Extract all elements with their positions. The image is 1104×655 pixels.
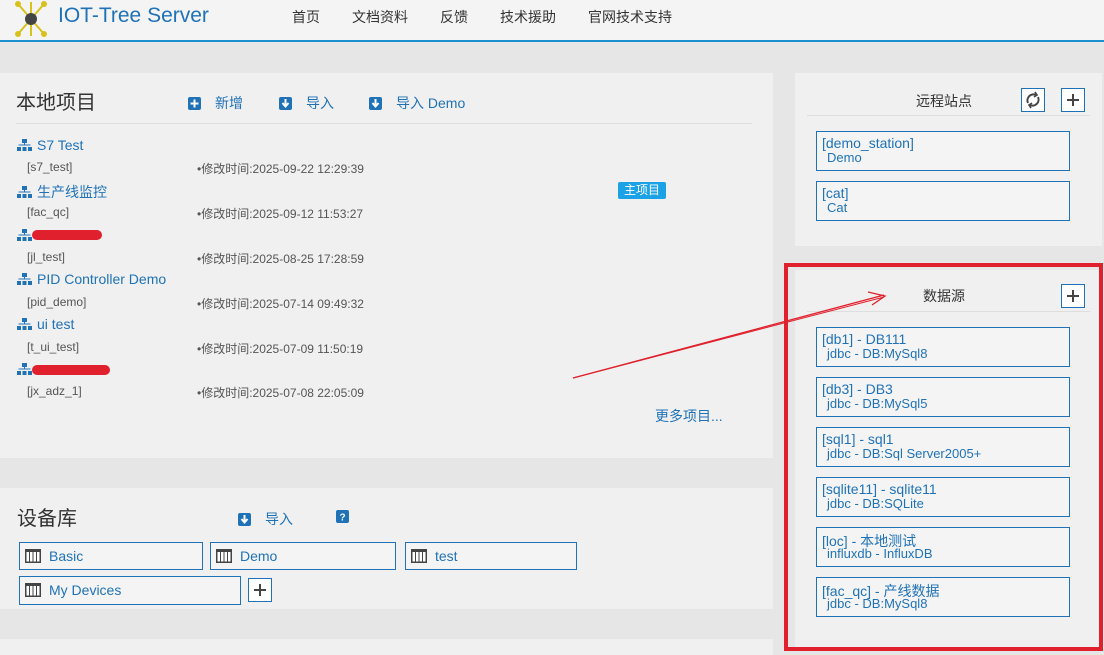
import-demo-button[interactable]: 导入 Demo	[369, 93, 465, 113]
sitemap-icon	[17, 318, 32, 330]
import-icon	[279, 97, 292, 110]
station-name: Cat	[827, 200, 848, 215]
divider	[16, 123, 752, 124]
project-id: [jl_test]	[27, 250, 66, 264]
help-icon[interactable]: ?	[336, 510, 349, 523]
project-link-fac-qc[interactable]: 生产线监控	[17, 182, 107, 202]
sitemap-icon	[17, 229, 32, 241]
main-project-badge: 主项目	[618, 182, 666, 199]
sitemap-icon	[17, 186, 32, 198]
project-modified-time: •修改时间:2025-08-25 17:28:59	[197, 252, 364, 266]
project-modified-time: •修改时间:2025-07-09 11:50:19	[197, 342, 364, 356]
add-project-button[interactable]: 新增	[188, 93, 243, 113]
project-name: 生产线监控	[37, 184, 107, 200]
remote-stations-title: 远程站点	[916, 93, 972, 109]
sitemap-icon	[17, 363, 32, 375]
import-device-label: 导入	[265, 511, 293, 527]
project-id: [fac_qc]	[27, 205, 70, 219]
more-projects-link[interactable]: 更多项目...	[655, 406, 723, 426]
station-name: Demo	[827, 150, 862, 165]
device-lib-label: My Devices	[49, 582, 122, 598]
device-lib-basic[interactable]: Basic	[19, 542, 203, 570]
annotation-highlight-box	[784, 263, 1103, 651]
remote-station-item[interactable]: [demo_station] Demo	[816, 131, 1070, 171]
table-icon	[25, 549, 41, 563]
divider	[807, 115, 1090, 116]
device-lib-label: Basic	[49, 548, 84, 564]
local-projects-title: 本地项目	[16, 92, 96, 114]
project-modified-time: •修改时间:2025-09-12 11:53:27	[197, 207, 364, 221]
station-id: [cat]	[822, 185, 849, 201]
device-lib-my-devices[interactable]: My Devices	[19, 576, 241, 605]
project-link-s7-test[interactable]: S7 Test	[17, 137, 83, 153]
redaction-mark	[32, 230, 102, 240]
project-modified-time: •修改时间:2025-07-14 09:49:32	[197, 297, 364, 311]
nav-docs[interactable]: 文档资料	[352, 7, 408, 27]
iot-tree-logo-icon[interactable]	[14, 0, 48, 38]
table-icon	[216, 549, 232, 563]
project-link-pid-demo[interactable]: PID Controller Demo	[17, 271, 166, 287]
project-modified-time: •修改时间:2025-07-08 22:05:09	[197, 386, 364, 400]
device-lib-label: Demo	[240, 548, 278, 564]
redaction-mark	[32, 365, 110, 375]
sitemap-icon	[17, 139, 32, 151]
project-name: PID Controller Demo	[37, 271, 167, 287]
app-title: IOT-Tree Server	[58, 4, 209, 27]
add-project-label: 新增	[215, 95, 243, 111]
project-modified-time: •修改时间:2025-09-22 12:29:39	[197, 162, 364, 176]
top-header: IOT-Tree Server 首页 文档资料 反馈 技术援助 官网技术支持	[0, 0, 1104, 42]
station-id: [demo_station]	[822, 135, 914, 151]
remote-station-item[interactable]: [cat] Cat	[816, 181, 1070, 221]
project-name: S7 Test	[37, 137, 84, 153]
sync-stations-button[interactable]	[1021, 88, 1045, 112]
project-id: [t_ui_test]	[27, 340, 80, 354]
import-device-button[interactable]: 导入	[238, 509, 293, 529]
table-icon	[25, 583, 41, 597]
device-lib-test[interactable]: test	[405, 542, 577, 570]
project-id: [pid_demo]	[27, 295, 87, 309]
device-library-title: 设备库	[17, 508, 77, 530]
project-id: [s7_test]	[27, 160, 73, 174]
project-id: [jx_adz_1]	[27, 384, 82, 398]
bottom-panel	[0, 639, 773, 655]
local-projects-panel	[0, 73, 773, 458]
add-device-lib-button[interactable]	[248, 578, 272, 602]
import-icon	[369, 97, 382, 110]
import-project-button[interactable]: 导入	[279, 93, 334, 113]
import-demo-label: 导入 Demo	[396, 95, 466, 111]
nav-home[interactable]: 首页	[292, 7, 320, 27]
add-remote-station-button[interactable]	[1061, 88, 1085, 112]
plus-square-icon	[188, 97, 201, 110]
table-icon	[411, 549, 427, 563]
sitemap-icon	[17, 273, 32, 285]
device-lib-demo[interactable]: Demo	[210, 542, 396, 570]
import-project-label: 导入	[306, 95, 334, 111]
nav-official-support[interactable]: 官网技术支持	[588, 7, 672, 27]
nav-tech-assist[interactable]: 技术援助	[500, 7, 556, 27]
project-name: ui test	[37, 316, 75, 332]
import-icon	[238, 513, 251, 526]
nav-feedback[interactable]: 反馈	[440, 7, 468, 27]
sync-icon	[1026, 91, 1040, 109]
project-link-ui-test[interactable]: ui test	[17, 316, 74, 332]
svg-text:?: ?	[339, 513, 345, 524]
device-lib-label: test	[435, 548, 458, 564]
